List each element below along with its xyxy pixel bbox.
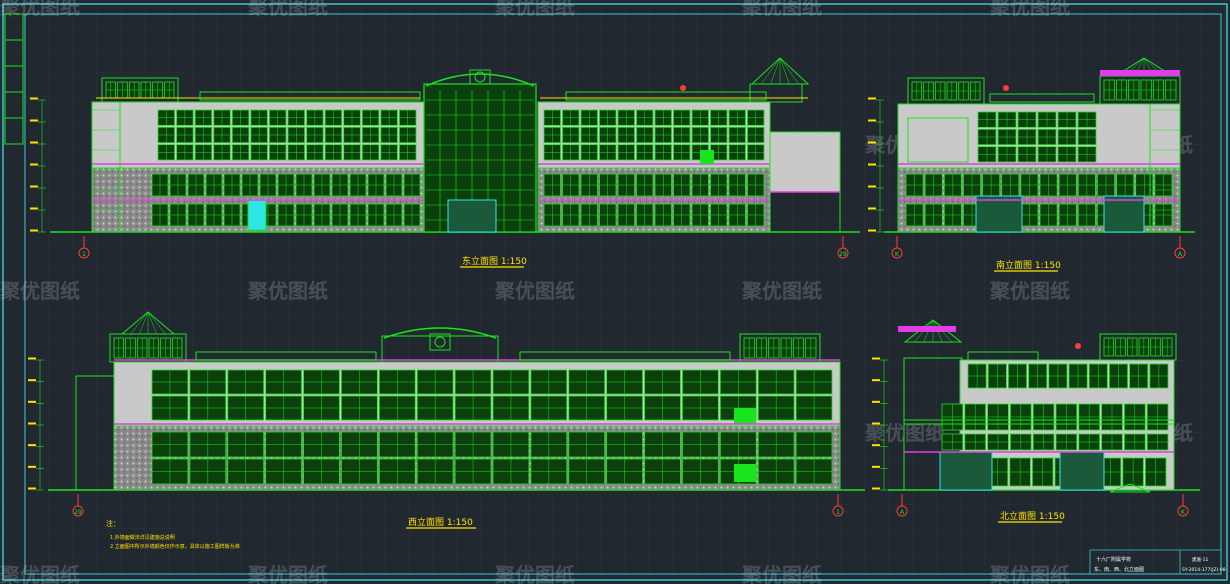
level-mark	[868, 97, 876, 100]
axis-label: 1	[82, 251, 86, 258]
level-mark	[28, 444, 36, 447]
watermark-text: 聚优图纸	[0, 279, 80, 303]
watermark-text: 聚优图纸	[989, 563, 1070, 584]
west-view-title: 西立面图 1:150	[408, 516, 473, 528]
level-mark	[28, 465, 36, 468]
drawing-name: 东、南、西、北立面图	[1094, 566, 1144, 573]
east-view-title: 东立面图 1:150	[462, 255, 527, 267]
main-entrance	[447, 199, 497, 233]
red-marker	[1075, 343, 1081, 349]
north-entrance	[1059, 451, 1105, 491]
level-mark	[30, 141, 38, 144]
level-mark	[872, 444, 880, 447]
level-mark	[30, 229, 38, 232]
watermark-text: 聚优图纸	[494, 279, 575, 303]
level-mark	[30, 119, 38, 122]
east-view-title-group: 东立面图 1:150	[460, 255, 527, 268]
entrance-door	[247, 199, 267, 231]
level-mark	[30, 185, 38, 188]
roof-band	[898, 326, 956, 332]
level-mark	[868, 229, 876, 232]
level-mark	[28, 379, 36, 382]
watermark-text: 聚优图纸	[494, 0, 575, 19]
south-entrance	[975, 195, 1023, 233]
axis-label: 29	[839, 251, 847, 258]
red-marker	[1003, 85, 1009, 91]
north-view-title: 北立面图 1:150	[1000, 510, 1065, 522]
notes-line-2: 2.立面图中所示外墙颜色仅作示意，具体以施工图样板为准	[110, 543, 240, 550]
level-mark	[872, 379, 880, 382]
level-mark	[28, 487, 36, 490]
level-mark	[30, 207, 38, 210]
highlight-window	[734, 408, 756, 424]
axis-label: 29	[74, 509, 82, 516]
drawing-canvas: 聚优图纸 聚优图纸 聚优图纸 聚优图纸 聚优图纸聚优图纸 聚优图纸 聚优图纸 聚优图纸 聚优图纸…	[0, 0, 1230, 584]
highlight-window	[700, 150, 714, 164]
watermark-text: 聚优图纸	[741, 0, 822, 19]
level-mark	[28, 400, 36, 403]
level-mark	[872, 357, 880, 360]
watermark-text: 聚优图纸	[247, 563, 328, 584]
notes-heading: 注：	[106, 519, 120, 528]
drawing-number: 建施-11	[1192, 556, 1208, 563]
level-mark	[872, 400, 880, 403]
west-view-title-group: 西立面图 1:150	[406, 516, 476, 529]
watermark-text: 聚优图纸	[0, 0, 80, 19]
watermark-text: 聚优图纸	[741, 563, 822, 584]
level-mark	[868, 163, 876, 166]
watermark-text: 聚优图纸	[741, 279, 822, 303]
drawing-code: SY-2014-177(JZ)-08	[1182, 567, 1226, 573]
south-view-title-group: 南立面图 1:150	[994, 259, 1061, 272]
watermark-text: 聚优图纸	[0, 563, 80, 584]
project-name: 十六厂附属学校	[1096, 556, 1131, 563]
watermark-text: 聚优图纸	[989, 0, 1070, 19]
red-marker	[680, 85, 686, 91]
level-mark	[30, 97, 38, 100]
north-entrance	[939, 451, 993, 491]
highlight-window	[734, 464, 756, 482]
level-mark	[872, 422, 880, 425]
north-view-title-group: 北立面图 1:150	[998, 510, 1065, 523]
level-mark	[868, 185, 876, 188]
level-mark	[868, 207, 876, 210]
south-entrance	[1103, 195, 1145, 233]
roof-band	[1100, 70, 1180, 76]
level-mark	[868, 119, 876, 122]
level-mark	[872, 487, 880, 490]
notes-line-1: 1.外墙面做法详见建施总说明	[110, 534, 175, 541]
level-mark	[28, 422, 36, 425]
level-mark	[28, 357, 36, 360]
level-mark	[30, 163, 38, 166]
side-block-wall	[769, 131, 841, 193]
watermark-text: 聚优图纸	[494, 563, 575, 584]
watermark-text: 聚优图纸	[247, 279, 328, 303]
level-mark	[868, 141, 876, 144]
level-mark	[872, 465, 880, 468]
watermark-text: 聚优图纸	[989, 279, 1070, 303]
watermark-text: 聚优图纸	[247, 0, 328, 19]
south-view-title: 南立面图 1:150	[996, 259, 1061, 271]
axis-label: 1	[836, 509, 840, 516]
